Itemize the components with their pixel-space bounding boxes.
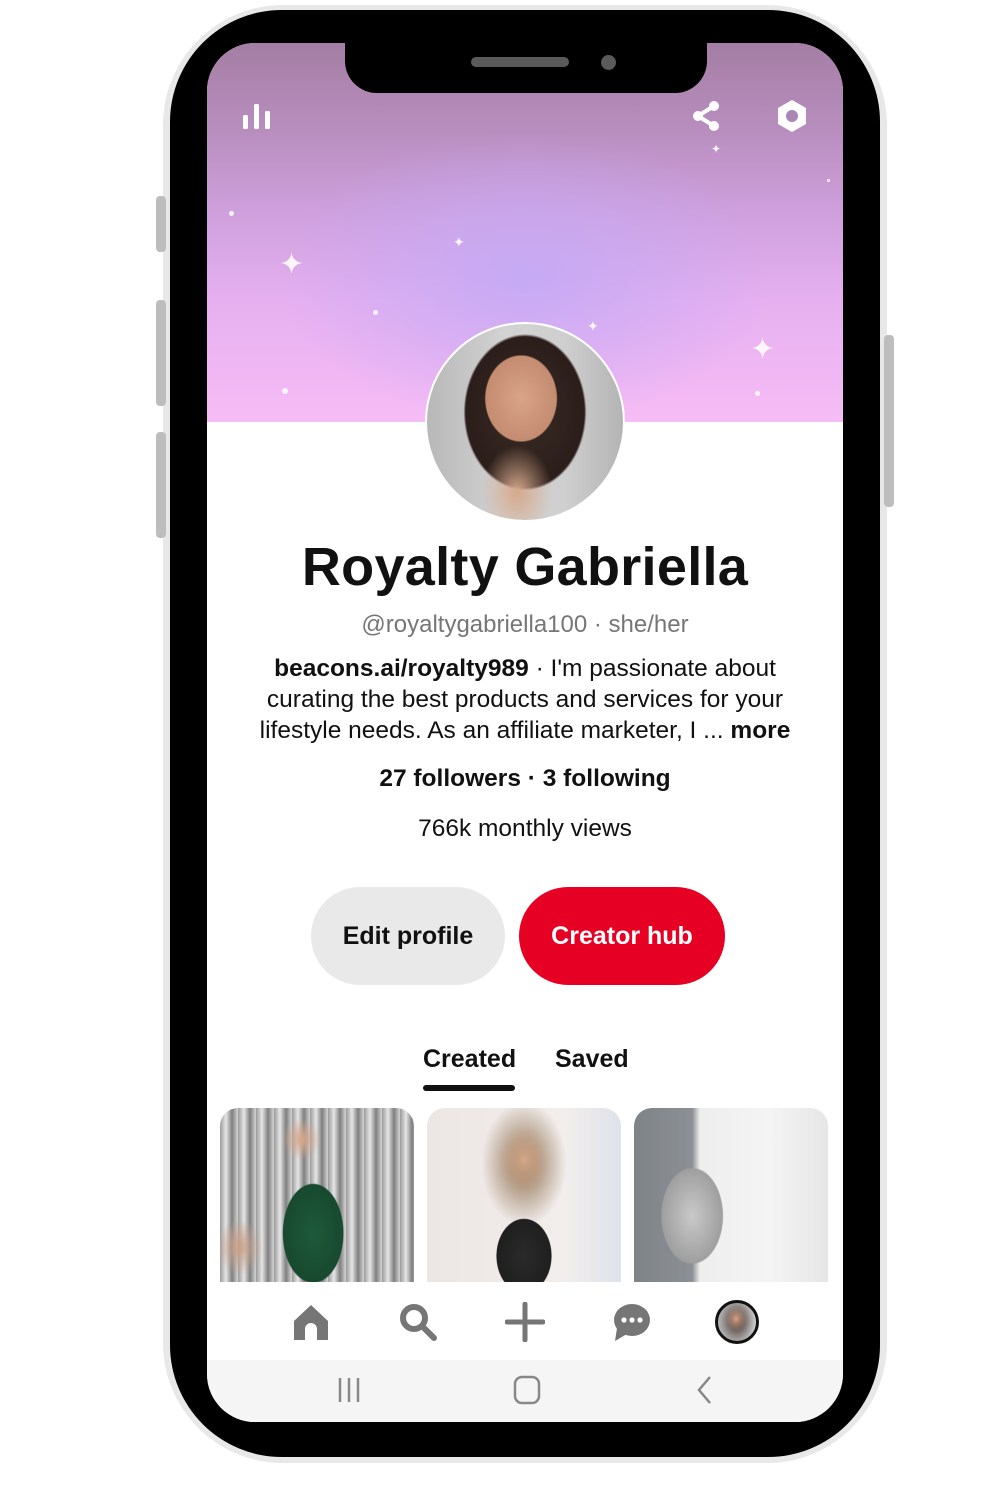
search-icon: [400, 1304, 437, 1341]
bottom-nav: [207, 1282, 843, 1360]
pin-thumbnail[interactable]: [220, 1108, 414, 1282]
bio-link[interactable]: beacons.ai/royalty989: [274, 655, 529, 682]
profile-bio: beacons.ai/royalty989 · I'm passionate a…: [237, 653, 813, 746]
sparkle-icon: ✦: [587, 318, 599, 334]
monthly-views: 766k monthly views: [418, 815, 632, 842]
settings-button[interactable]: [774, 98, 810, 134]
create-plus-icon: [505, 1302, 545, 1342]
creator-hub-button[interactable]: Creator hub: [519, 887, 725, 985]
profile-avatar[interactable]: [425, 322, 625, 522]
side-button-right-power: [884, 335, 894, 507]
notch: [345, 43, 707, 93]
phone-screen: ✦ ✦ ✦ ✦ ✦ Royalty Gabriella @royaltygabr…: [207, 43, 843, 1422]
profile-avatar-small: [715, 1300, 759, 1344]
nav-home[interactable]: [287, 1298, 335, 1346]
home-button-icon: [513, 1375, 541, 1405]
edit-profile-button[interactable]: Edit profile: [311, 887, 505, 985]
side-button-left-1: [156, 196, 166, 252]
analytics-bar-chart-icon: [243, 104, 270, 129]
profile-name: Royalty Gabriella: [301, 537, 749, 597]
follow-stats[interactable]: 27 followers · 3 following: [207, 765, 843, 793]
sparkle-dot: [229, 211, 234, 216]
share-button[interactable]: [688, 98, 724, 134]
analytics-button[interactable]: [239, 98, 275, 134]
tab-saved[interactable]: Saved: [555, 1045, 629, 1074]
sparkle-dot: [282, 388, 288, 394]
bio-more-link[interactable]: more: [730, 717, 790, 744]
profile-handle: @royaltygabriella100 · she/her: [361, 611, 689, 638]
active-tab-indicator: [423, 1085, 515, 1091]
recent-apps-button[interactable]: [329, 1372, 369, 1408]
sparkle-dot: [827, 179, 830, 182]
nav-create[interactable]: [501, 1298, 549, 1346]
nav-messages[interactable]: [607, 1298, 655, 1346]
side-button-left-2: [156, 300, 166, 406]
front-camera: [601, 55, 616, 70]
home-button[interactable]: [507, 1372, 547, 1408]
pin-thumbnail[interactable]: [427, 1108, 621, 1282]
back-icon: [697, 1376, 711, 1404]
pin-thumbnail[interactable]: [634, 1108, 828, 1282]
nav-profile[interactable]: [713, 1298, 761, 1346]
sparkle-icon: ✦: [279, 248, 305, 281]
settings-hexagon-icon: [778, 100, 806, 132]
messages-icon: [614, 1304, 650, 1341]
system-navigation-bar: [207, 1360, 843, 1422]
nav-search[interactable]: [394, 1298, 442, 1346]
speaker-grille: [471, 57, 569, 67]
sparkle-dot: [755, 391, 760, 396]
recent-apps-icon: [338, 1378, 360, 1402]
tab-created[interactable]: Created: [423, 1045, 516, 1074]
back-button[interactable]: [685, 1372, 725, 1408]
share-icon: [693, 101, 719, 131]
sparkle-icon: ✦: [453, 234, 465, 250]
sparkle-dot: [373, 310, 378, 315]
sparkle-icon: ✦: [711, 142, 722, 156]
sparkle-icon: ✦: [750, 333, 776, 366]
home-icon: [294, 1305, 328, 1340]
side-button-left-3: [156, 432, 166, 538]
